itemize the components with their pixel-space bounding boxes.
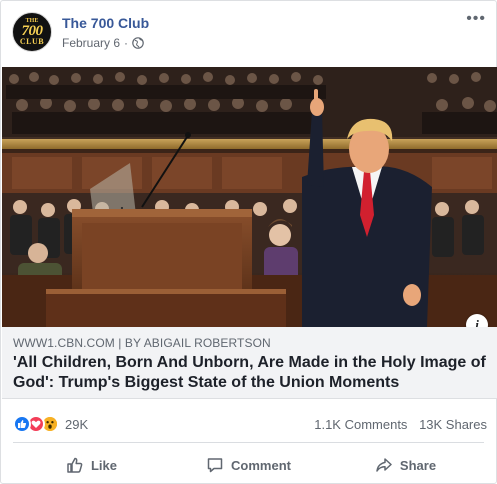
share-button[interactable]: Share [327, 449, 484, 481]
like-icon [13, 415, 31, 433]
share-label: Share [399, 457, 437, 473]
link-source: WWW1.CBN.COM | BY ABIGAIL ROBERTSON [13, 336, 271, 350]
post-meta: February 6 · [62, 36, 144, 50]
shares-count[interactable]: 13K Shares [419, 417, 487, 432]
engagement-counts: 1.1K Comments 13K Shares [314, 417, 487, 432]
share-arrow-icon [376, 458, 392, 472]
link-title[interactable]: 'All Children, Born And Unborn, Are Made… [13, 353, 491, 393]
comment-label: Comment [231, 457, 291, 473]
post-photo[interactable] [2, 67, 497, 327]
comments-count[interactable]: 1.1K Comments [314, 417, 407, 432]
actions-divider [13, 442, 484, 443]
post-actions: Like Comment Share [13, 449, 484, 481]
logo-text-bottom: CLUB [19, 37, 45, 46]
reaction-count[interactable]: 29K [65, 417, 88, 432]
post-header: THE 700 CLUB The 700 Club February 6 · •… [12, 11, 486, 56]
page-avatar[interactable]: THE 700 CLUB [12, 12, 52, 52]
page-name-link[interactable]: The 700 Club [62, 15, 149, 31]
post-date[interactable]: February 6 [62, 36, 120, 50]
link-preview[interactable]: WWW1.CBN.COM | BY ABIGAIL ROBERTSON 'All… [2, 327, 497, 399]
globe-icon[interactable] [132, 37, 144, 49]
logo-text-middle: 700 [21, 23, 44, 39]
thumbs-up-icon [67, 457, 83, 473]
more-icon[interactable]: ••• [466, 11, 486, 27]
post-card: THE 700 CLUB The 700 Club February 6 · •… [0, 0, 497, 484]
comment-icon [207, 458, 223, 473]
like-button[interactable]: Like [13, 449, 170, 481]
meta-separator: · [124, 36, 129, 50]
state-of-union-photo [2, 67, 497, 327]
reactions-summary[interactable]: 29K [13, 413, 88, 435]
comment-button[interactable]: Comment [170, 449, 327, 481]
like-label: Like [90, 457, 117, 473]
